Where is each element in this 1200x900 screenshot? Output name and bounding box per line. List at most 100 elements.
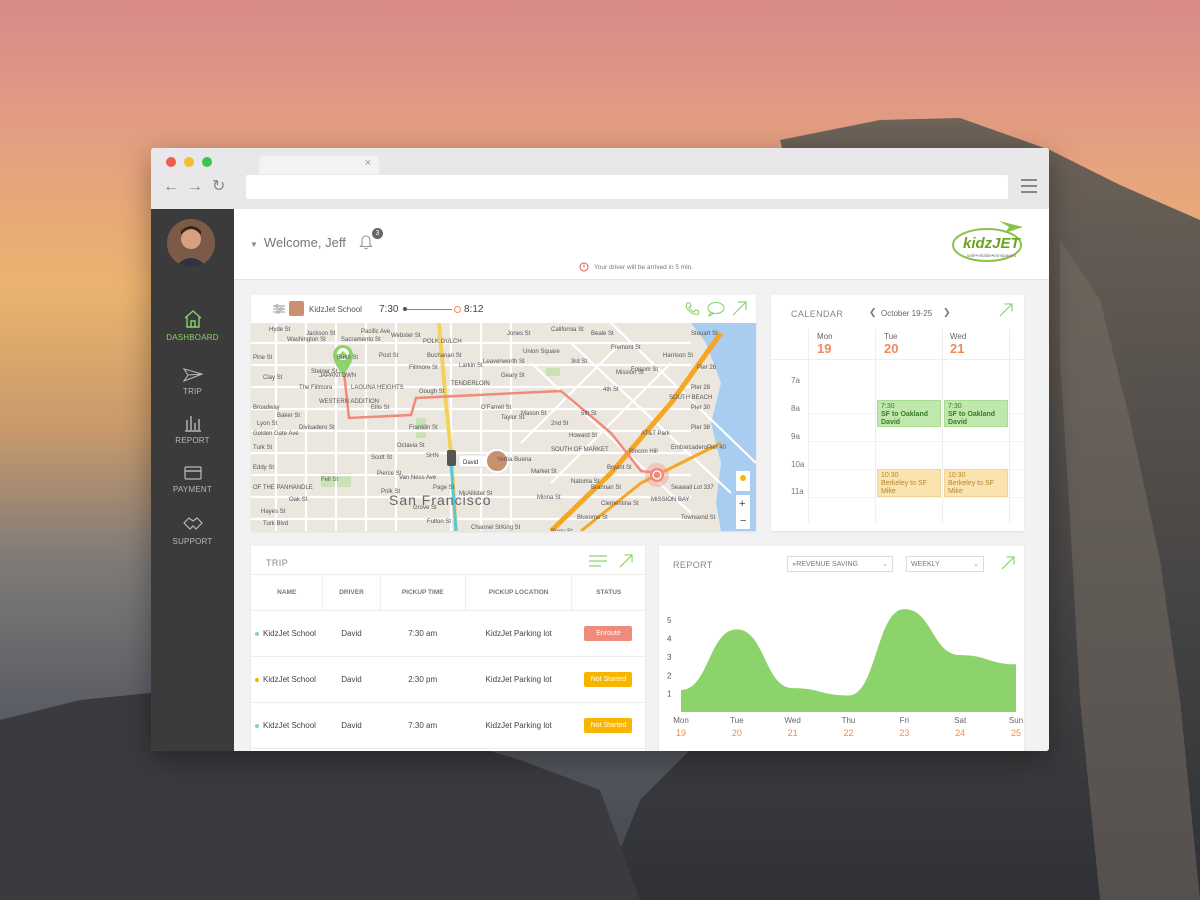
map-street-label: LAGUNA HEIGHTS xyxy=(351,385,404,391)
map-street-label: SOUTH BEACH xyxy=(669,395,712,401)
sidebar-item-trip[interactable]: TRIP xyxy=(151,367,234,396)
calendar-event[interactable]: 7:30 SF to Oakland David xyxy=(877,400,941,427)
reload-icon[interactable]: ↻ xyxy=(212,178,225,196)
trip-dot-icon xyxy=(255,631,259,636)
map-street-label: Oak St xyxy=(289,497,308,503)
trip-status-cell: Not Started xyxy=(571,702,645,749)
event-title: SF to Oakland xyxy=(881,411,929,418)
map-view[interactable]: + − Jackson StSacramento StBush StPine S… xyxy=(251,323,756,531)
map-street-label: Larkin St xyxy=(459,363,483,369)
x-date-label: 23 xyxy=(899,728,909,738)
destination-pin-icon xyxy=(645,463,669,487)
filter-sliders-icon[interactable] xyxy=(273,304,285,314)
calendar-event[interactable]: 10:30 Berkeley to SF Mike xyxy=(877,469,941,497)
period-select[interactable]: WEEKLY ⌄ xyxy=(906,556,984,572)
close-window-button[interactable] xyxy=(166,157,176,167)
maximize-window-button[interactable] xyxy=(202,157,212,167)
map-street-label: Jones St xyxy=(507,331,531,337)
driver-notice: Your driver will be arrived in 5 min. xyxy=(594,264,694,271)
x-date-label: 20 xyxy=(732,728,742,738)
y-tick-label: 2 xyxy=(667,671,672,680)
column-header: PICKUP LOCATION xyxy=(465,574,573,611)
calendar-event[interactable]: 7:30 SF to Oakland David xyxy=(944,400,1008,427)
back-arrow-icon[interactable]: ← xyxy=(163,178,179,196)
trip-location: KidzJet Parking lot xyxy=(465,610,572,657)
column-header: STATUS xyxy=(571,574,645,611)
map-street-label: Franklin St xyxy=(409,425,438,431)
event-time: 10:30 xyxy=(948,472,966,479)
period-select-value: WEEKLY xyxy=(911,561,940,568)
chat-icon[interactable] xyxy=(707,301,725,317)
status-badge[interactable]: Enroute xyxy=(584,626,633,641)
calendar-panel: CALENDAR ❮ October 19-25 ❯ Mon 19 Tue 20… xyxy=(771,295,1024,531)
sidebar-item-report[interactable]: REPORT xyxy=(151,414,234,445)
trip-name-cell: KidzJet School xyxy=(251,610,323,657)
trip-progress-start-dot xyxy=(403,307,407,311)
map-street-label: Pier 26 xyxy=(697,365,717,371)
y-tick-label: 5 xyxy=(667,616,672,625)
map-street-label: Steuart St xyxy=(691,331,718,337)
cal-time: 8a xyxy=(791,404,800,413)
browser-tab[interactable]: × xyxy=(259,156,379,174)
map-street-label: Natoma St xyxy=(571,479,600,485)
table-row[interactable]: KidzJet School David 7:30 am KidzJet Parkin… xyxy=(251,702,645,749)
list-icon[interactable] xyxy=(589,555,607,567)
trip-name: KidzJet School xyxy=(263,675,316,684)
x-tick-label: Sat xyxy=(954,716,967,725)
expand-icon[interactable] xyxy=(1001,556,1015,570)
prev-week-icon[interactable]: ❮ xyxy=(869,307,877,318)
calendar-event[interactable]: 10:30 Berkeley to SF Mike xyxy=(944,469,1008,497)
metric-select[interactable]: ●REVENUE SAVING ⌄ xyxy=(787,556,893,572)
trip-time: 2:30 pm xyxy=(380,656,466,703)
trip-dot-icon xyxy=(255,723,259,728)
welcome-dropdown[interactable]: ▼ Welcome, Jeff xyxy=(250,235,346,250)
expand-icon[interactable] xyxy=(619,554,633,568)
sidebar-item-dashboard[interactable]: DASHBOARD xyxy=(151,309,234,342)
trip-name: KidzJet School xyxy=(263,629,316,638)
kidzjet-logo: kidzJET safe•reliable•transparent xyxy=(949,217,1031,267)
cal-time: 11a xyxy=(791,487,804,496)
expand-icon[interactable] xyxy=(999,303,1013,317)
sidebar-item-support[interactable]: SUPPORT xyxy=(151,515,234,546)
trip-name-cell: KidzJet School xyxy=(251,656,323,703)
table-row[interactable]: KidzJet School David 2:30 pm KidzJet Parkin… xyxy=(251,656,645,703)
chevron-down-icon: ⌄ xyxy=(882,561,888,568)
map-street-label: Union Square xyxy=(523,349,560,355)
sidebar-item-label: PAYMENT xyxy=(173,485,212,494)
trip-driver: David xyxy=(322,702,381,749)
avatar[interactable] xyxy=(167,219,215,267)
status-badge[interactable]: Not Started xyxy=(584,718,633,733)
map-street-label: 2nd St xyxy=(551,421,569,427)
browser-menu-icon[interactable] xyxy=(1021,179,1037,197)
minimize-window-button[interactable] xyxy=(184,157,194,167)
map-street-label: Pier 40 xyxy=(707,445,727,451)
map-street-label: AT&T Park xyxy=(641,431,671,437)
trip-driver: David xyxy=(322,656,381,703)
next-week-icon[interactable]: ❯ xyxy=(943,307,951,318)
tab-close-icon[interactable]: × xyxy=(365,157,371,169)
map-street-label: Embarcadero xyxy=(671,445,708,451)
map-street-label: Van Ness Ave xyxy=(399,475,437,481)
map-street-label: Steiner St xyxy=(311,369,338,375)
map-street-label: Turk St xyxy=(253,445,272,451)
map-street-label: Pine St xyxy=(253,355,273,361)
car-icon xyxy=(447,450,456,466)
map-street-label: Rincon Hill xyxy=(629,449,658,455)
status-badge[interactable]: Not Started xyxy=(584,672,633,687)
phone-icon[interactable] xyxy=(684,301,700,317)
sidebar-item-payment[interactable]: PAYMENT xyxy=(151,465,234,494)
sidebar-item-label: REPORT xyxy=(175,436,210,445)
trip-time: 7:30 am xyxy=(380,702,466,749)
table-row[interactable]: KidzJet School David 7:30 am KidzJet Parkin… xyxy=(251,610,645,657)
map-street-label: Mason St xyxy=(521,411,547,417)
calendar-range: October 19-25 xyxy=(881,309,933,318)
trip-location: KidzJet Parking lot xyxy=(465,702,572,749)
bell-icon[interactable] xyxy=(359,234,373,250)
expand-icon[interactable] xyxy=(732,301,747,316)
x-tick-label: Fri xyxy=(900,716,910,725)
forward-arrow-icon[interactable]: → xyxy=(187,178,203,196)
address-bar[interactable] xyxy=(246,175,1008,199)
map-street-label: Townsend St xyxy=(681,515,716,521)
y-tick-label: 1 xyxy=(667,690,672,699)
trip-time: 7:30 am xyxy=(380,610,466,657)
